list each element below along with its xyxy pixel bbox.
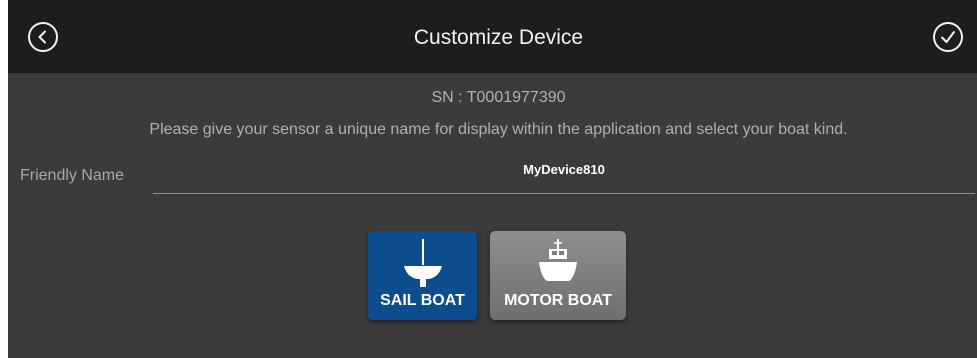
motor-boat-button[interactable]: MOTOR BOAT [490, 231, 626, 320]
confirm-button[interactable] [933, 22, 963, 52]
friendly-name-input[interactable] [153, 156, 975, 194]
customize-device-screen: Customize Device SN : T0001977390 Please… [8, 0, 977, 358]
friendly-name-label: Friendly Name [20, 167, 125, 184]
checkmark-icon [940, 30, 956, 44]
sail-boat-button[interactable]: SAIL BOAT [368, 231, 477, 320]
header-bar: Customize Device [8, 0, 977, 73]
instructions-text: Please give your sensor a unique name fo… [149, 121, 848, 138]
motor-boat-label: MOTOR BOAT [504, 292, 612, 309]
serial-number: SN : T0001977390 [431, 89, 566, 106]
page-title: Customize Device [413, 26, 584, 49]
sail-boat-label: SAIL BOAT [380, 292, 465, 309]
